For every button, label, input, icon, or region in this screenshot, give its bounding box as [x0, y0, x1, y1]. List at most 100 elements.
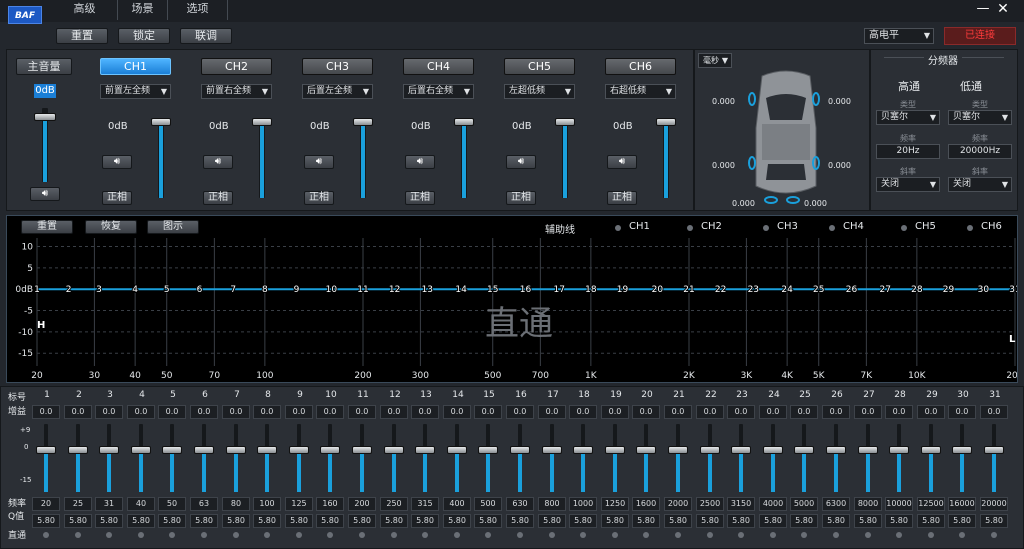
band-bypass-toggle[interactable] — [643, 532, 649, 538]
band-gain-input[interactable]: 0.0 — [569, 405, 597, 419]
channel-source-select-3[interactable]: 后置左全频 ▼ — [302, 84, 373, 99]
band-gain-input[interactable]: 0.0 — [253, 405, 281, 419]
band-bypass-toggle[interactable] — [707, 532, 713, 538]
band-slider-knob[interactable] — [794, 446, 814, 454]
band-slider-knob[interactable] — [573, 446, 593, 454]
channel-mute-button-4[interactable]: 🔊︎ — [405, 155, 435, 169]
band-freq-input[interactable]: 80 — [222, 497, 250, 511]
band-gain-input[interactable]: 0.0 — [474, 405, 502, 419]
band-slider-knob[interactable] — [226, 446, 246, 454]
band-bypass-toggle[interactable] — [833, 532, 839, 538]
band-gain-input[interactable]: 0.0 — [380, 405, 408, 419]
band-q-input[interactable]: 5.80 — [632, 514, 660, 528]
band-gain-input[interactable]: 0.0 — [822, 405, 850, 419]
band-freq-input[interactable]: 40 — [127, 497, 155, 511]
band-bypass-toggle[interactable] — [485, 532, 491, 538]
band-q-input[interactable]: 5.80 — [348, 514, 376, 528]
band-q-input[interactable]: 5.80 — [917, 514, 945, 528]
band-bypass-toggle[interactable] — [106, 532, 112, 538]
band-gain-input[interactable]: 0.0 — [727, 405, 755, 419]
band-q-input[interactable]: 5.80 — [854, 514, 882, 528]
band-slider-knob[interactable] — [700, 446, 720, 454]
band-freq-input[interactable]: 3150 — [727, 497, 755, 511]
band-slider-knob[interactable] — [36, 446, 56, 454]
band-slider-knob[interactable] — [415, 446, 435, 454]
delay-rl[interactable]: 0.000 — [712, 161, 735, 170]
channel-phase-button-1[interactable]: 正相 — [102, 191, 132, 205]
band-q-input[interactable]: 5.80 — [601, 514, 629, 528]
band-slider-knob[interactable] — [510, 446, 530, 454]
band-gain-input[interactable]: 0.0 — [64, 405, 92, 419]
band-bypass-toggle[interactable] — [675, 532, 681, 538]
channel-slider-knob-2[interactable] — [252, 118, 272, 126]
band-slider-knob[interactable] — [605, 446, 625, 454]
band-q-input[interactable]: 5.80 — [948, 514, 976, 528]
band-bypass-toggle[interactable] — [738, 532, 744, 538]
channel-mute-button-6[interactable]: 🔊︎ — [607, 155, 637, 169]
band-gain-input[interactable]: 0.0 — [158, 405, 186, 419]
band-slider-knob[interactable] — [542, 446, 562, 454]
band-q-input[interactable]: 5.80 — [316, 514, 344, 528]
band-bypass-toggle[interactable] — [896, 532, 902, 538]
band-freq-input[interactable]: 200 — [348, 497, 376, 511]
channel-phase-button-3[interactable]: 正相 — [304, 191, 334, 205]
band-freq-input[interactable]: 500 — [474, 497, 502, 511]
band-freq-input[interactable]: 250 — [380, 497, 408, 511]
delay-fl[interactable]: 0.000 — [712, 97, 735, 106]
channel-slider-knob-4[interactable] — [454, 118, 474, 126]
band-gain-input[interactable]: 0.0 — [127, 405, 155, 419]
band-q-input[interactable]: 5.80 — [822, 514, 850, 528]
band-gain-input[interactable]: 0.0 — [538, 405, 566, 419]
reset-button[interactable]: 重置 — [56, 28, 108, 44]
band-q-input[interactable]: 5.80 — [885, 514, 913, 528]
eq-graph[interactable]: 重置 恢复 图示 辅助线 CH1 CH2 CH3 CH4 CH5 CH6 10 5… — [6, 215, 1018, 383]
band-q-input[interactable]: 5.80 — [64, 514, 92, 528]
band-gain-input[interactable]: 0.0 — [32, 405, 60, 419]
band-bypass-toggle[interactable] — [327, 532, 333, 538]
band-gain-input[interactable]: 0.0 — [411, 405, 439, 419]
band-bypass-toggle[interactable] — [75, 532, 81, 538]
band-freq-input[interactable]: 315 — [411, 497, 439, 511]
band-freq-input[interactable]: 6300 — [822, 497, 850, 511]
band-bypass-toggle[interactable] — [801, 532, 807, 538]
channel-source-select-6[interactable]: 右超低频 ▼ — [605, 84, 676, 99]
band-q-input[interactable]: 5.80 — [790, 514, 818, 528]
channel-slider-knob-5[interactable] — [555, 118, 575, 126]
band-freq-input[interactable]: 8000 — [854, 497, 882, 511]
band-freq-input[interactable]: 1000 — [569, 497, 597, 511]
band-gain-input[interactable]: 0.0 — [316, 405, 344, 419]
channel-button-2[interactable]: CH2 — [201, 58, 272, 75]
band-q-input[interactable]: 5.80 — [696, 514, 724, 528]
band-gain-input[interactable]: 0.0 — [854, 405, 882, 419]
lock-button[interactable]: 锁定 — [118, 28, 170, 44]
band-slider-knob[interactable] — [826, 446, 846, 454]
channel-phase-button-4[interactable]: 正相 — [405, 191, 435, 205]
channel-slider-knob-6[interactable] — [656, 118, 676, 126]
band-slider-knob[interactable] — [68, 446, 88, 454]
channel-mute-button-2[interactable]: 🔊︎ — [203, 155, 233, 169]
channel-button-5[interactable]: CH5 — [504, 58, 575, 75]
band-gain-input[interactable]: 0.0 — [664, 405, 692, 419]
band-slider-knob[interactable] — [131, 446, 151, 454]
band-bypass-toggle[interactable] — [928, 532, 934, 538]
band-q-input[interactable]: 5.80 — [506, 514, 534, 528]
band-slider-knob[interactable] — [257, 446, 277, 454]
band-bypass-toggle[interactable] — [991, 532, 997, 538]
band-bypass-toggle[interactable] — [264, 532, 270, 538]
band-q-input[interactable]: 5.80 — [95, 514, 123, 528]
band-freq-input[interactable]: 20 — [32, 497, 60, 511]
band-freq-input[interactable]: 630 — [506, 497, 534, 511]
band-slider-knob[interactable] — [447, 446, 467, 454]
band-slider-knob[interactable] — [478, 446, 498, 454]
minimize-icon[interactable]: — — [974, 1, 992, 17]
band-q-input[interactable]: 5.80 — [32, 514, 60, 528]
band-bypass-toggle[interactable] — [865, 532, 871, 538]
delay-rr[interactable]: 0.000 — [828, 161, 851, 170]
band-q-input[interactable]: 5.80 — [127, 514, 155, 528]
channel-source-select-1[interactable]: 前置左全频 ▼ — [100, 84, 171, 99]
band-freq-input[interactable]: 31 — [95, 497, 123, 511]
delay-sub-r[interactable]: 0.000 — [804, 199, 827, 208]
channel-phase-button-5[interactable]: 正相 — [506, 191, 536, 205]
band-bypass-toggle[interactable] — [580, 532, 586, 538]
band-slider-knob[interactable] — [636, 446, 656, 454]
